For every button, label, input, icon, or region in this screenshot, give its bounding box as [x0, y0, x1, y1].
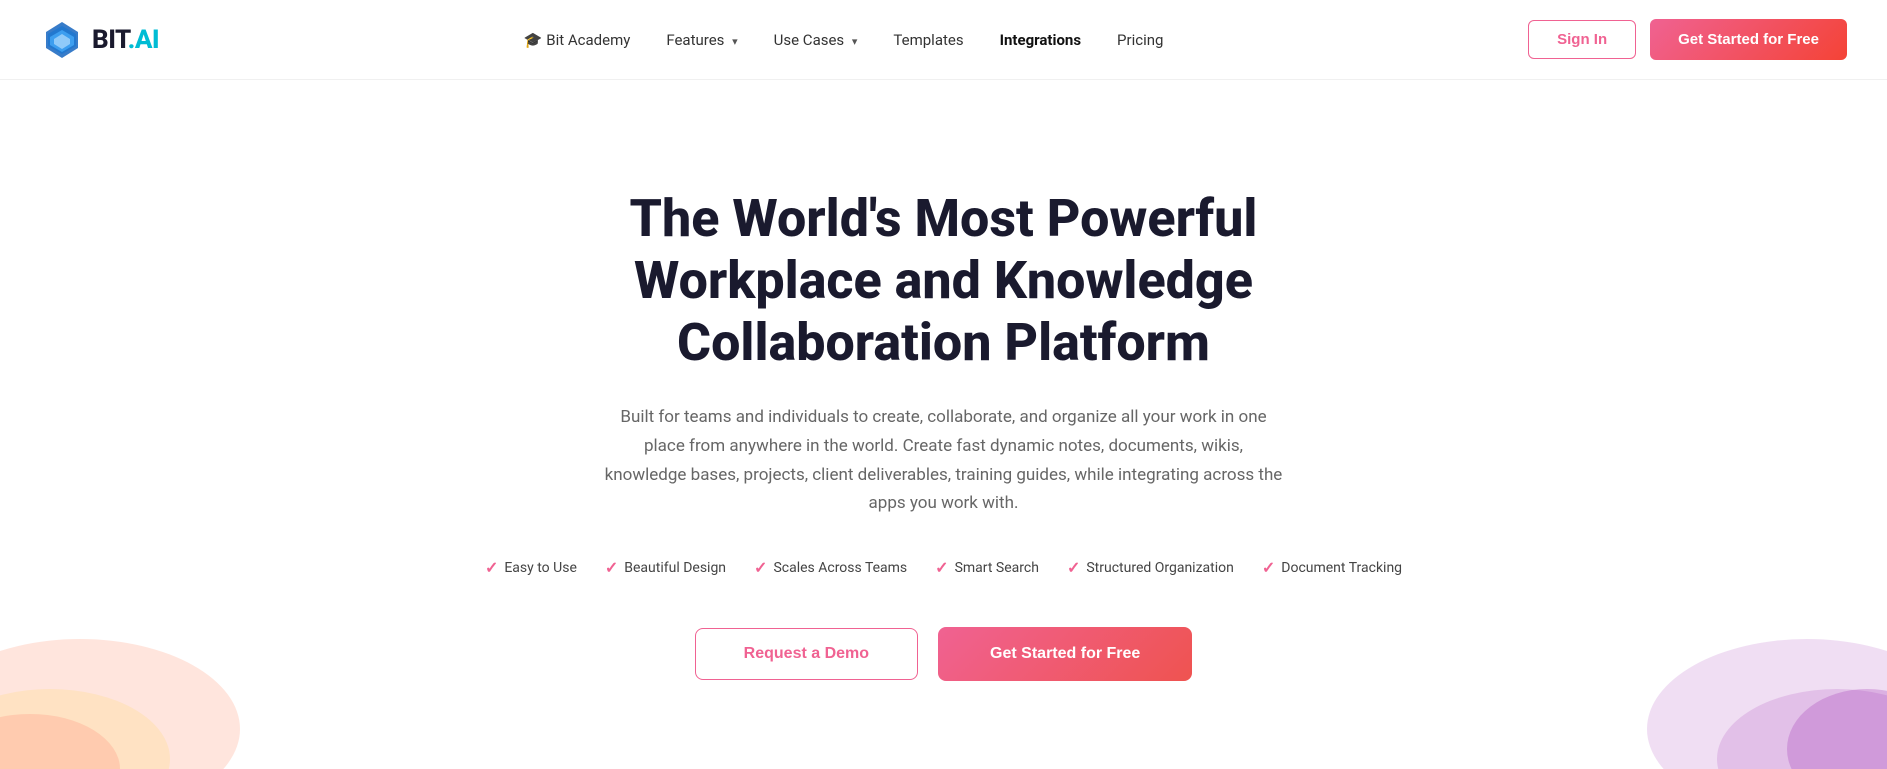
check-icon-scales: ✓: [754, 558, 767, 577]
nav-item-features[interactable]: Features ▾: [666, 30, 737, 49]
check-icon-search: ✓: [935, 558, 948, 577]
features-chevron-icon: ▾: [732, 35, 738, 48]
sign-in-button[interactable]: Sign In: [1528, 20, 1636, 59]
request-demo-button[interactable]: Request a Demo: [695, 628, 918, 680]
use-cases-chevron-icon: ▾: [852, 35, 858, 48]
get-started-hero-button[interactable]: Get Started for Free: [938, 627, 1192, 681]
hero-title: The World's Most Powerful Workplace and …: [494, 188, 1394, 375]
check-icon-org: ✓: [1067, 558, 1080, 577]
feature-scales-teams: ✓ Scales Across Teams: [754, 558, 907, 577]
hero-cta-buttons: Request a Demo Get Started for Free: [695, 627, 1193, 681]
navbar: BIT.AI 🎓 Bit Academy Features ▾ Use Case…: [0, 0, 1887, 80]
feature-easy-to-use: ✓ Easy to Use: [485, 558, 577, 577]
feature-label-org: Structured Organization: [1086, 560, 1234, 576]
feature-label-tracking: Document Tracking: [1281, 560, 1402, 576]
logo[interactable]: BIT.AI: [40, 18, 159, 62]
nav-link-features[interactable]: Features ▾: [666, 31, 737, 49]
decorative-blob-left: [0, 529, 260, 769]
hero-subtitle: Built for teams and individuals to creat…: [604, 403, 1284, 519]
feature-label-scales: Scales Across Teams: [773, 560, 907, 576]
logo-text: BIT.AI: [92, 25, 159, 55]
nav-link-bit-academy[interactable]: 🎓 Bit Academy: [524, 31, 630, 49]
check-icon-design: ✓: [605, 558, 618, 577]
check-icon-easy: ✓: [485, 558, 498, 577]
nav-link-templates[interactable]: Templates: [893, 31, 963, 49]
hero-section: The World's Most Powerful Workplace and …: [0, 80, 1887, 769]
nav-link-use-cases[interactable]: Use Cases ▾: [774, 31, 858, 49]
feature-structured-org: ✓ Structured Organization: [1067, 558, 1234, 577]
nav-link-pricing[interactable]: Pricing: [1117, 31, 1163, 49]
feature-document-tracking: ✓ Document Tracking: [1262, 558, 1402, 577]
nav-item-use-cases[interactable]: Use Cases ▾: [774, 30, 858, 49]
check-icon-tracking: ✓: [1262, 558, 1275, 577]
feature-smart-search: ✓ Smart Search: [935, 558, 1039, 577]
feature-label-easy: Easy to Use: [504, 560, 577, 576]
nav-link-integrations[interactable]: Integrations: [1000, 31, 1081, 49]
decorative-blob-right: [1607, 549, 1887, 769]
hero-features-list: ✓ Easy to Use ✓ Beautiful Design ✓ Scale…: [485, 558, 1402, 577]
nav-item-templates[interactable]: Templates: [893, 30, 963, 49]
nav-actions: Sign In Get Started for Free: [1528, 19, 1847, 60]
nav-item-bit-academy[interactable]: 🎓 Bit Academy: [524, 30, 630, 49]
feature-label-design: Beautiful Design: [624, 560, 726, 576]
logo-icon: [40, 18, 84, 62]
feature-beautiful-design: ✓ Beautiful Design: [605, 558, 726, 577]
nav-item-pricing[interactable]: Pricing: [1117, 30, 1163, 49]
nav-links: 🎓 Bit Academy Features ▾ Use Cases ▾ Tem…: [524, 30, 1164, 49]
feature-label-search: Smart Search: [955, 560, 1039, 576]
nav-item-integrations[interactable]: Integrations: [1000, 30, 1081, 49]
get-started-nav-button[interactable]: Get Started for Free: [1650, 19, 1847, 60]
